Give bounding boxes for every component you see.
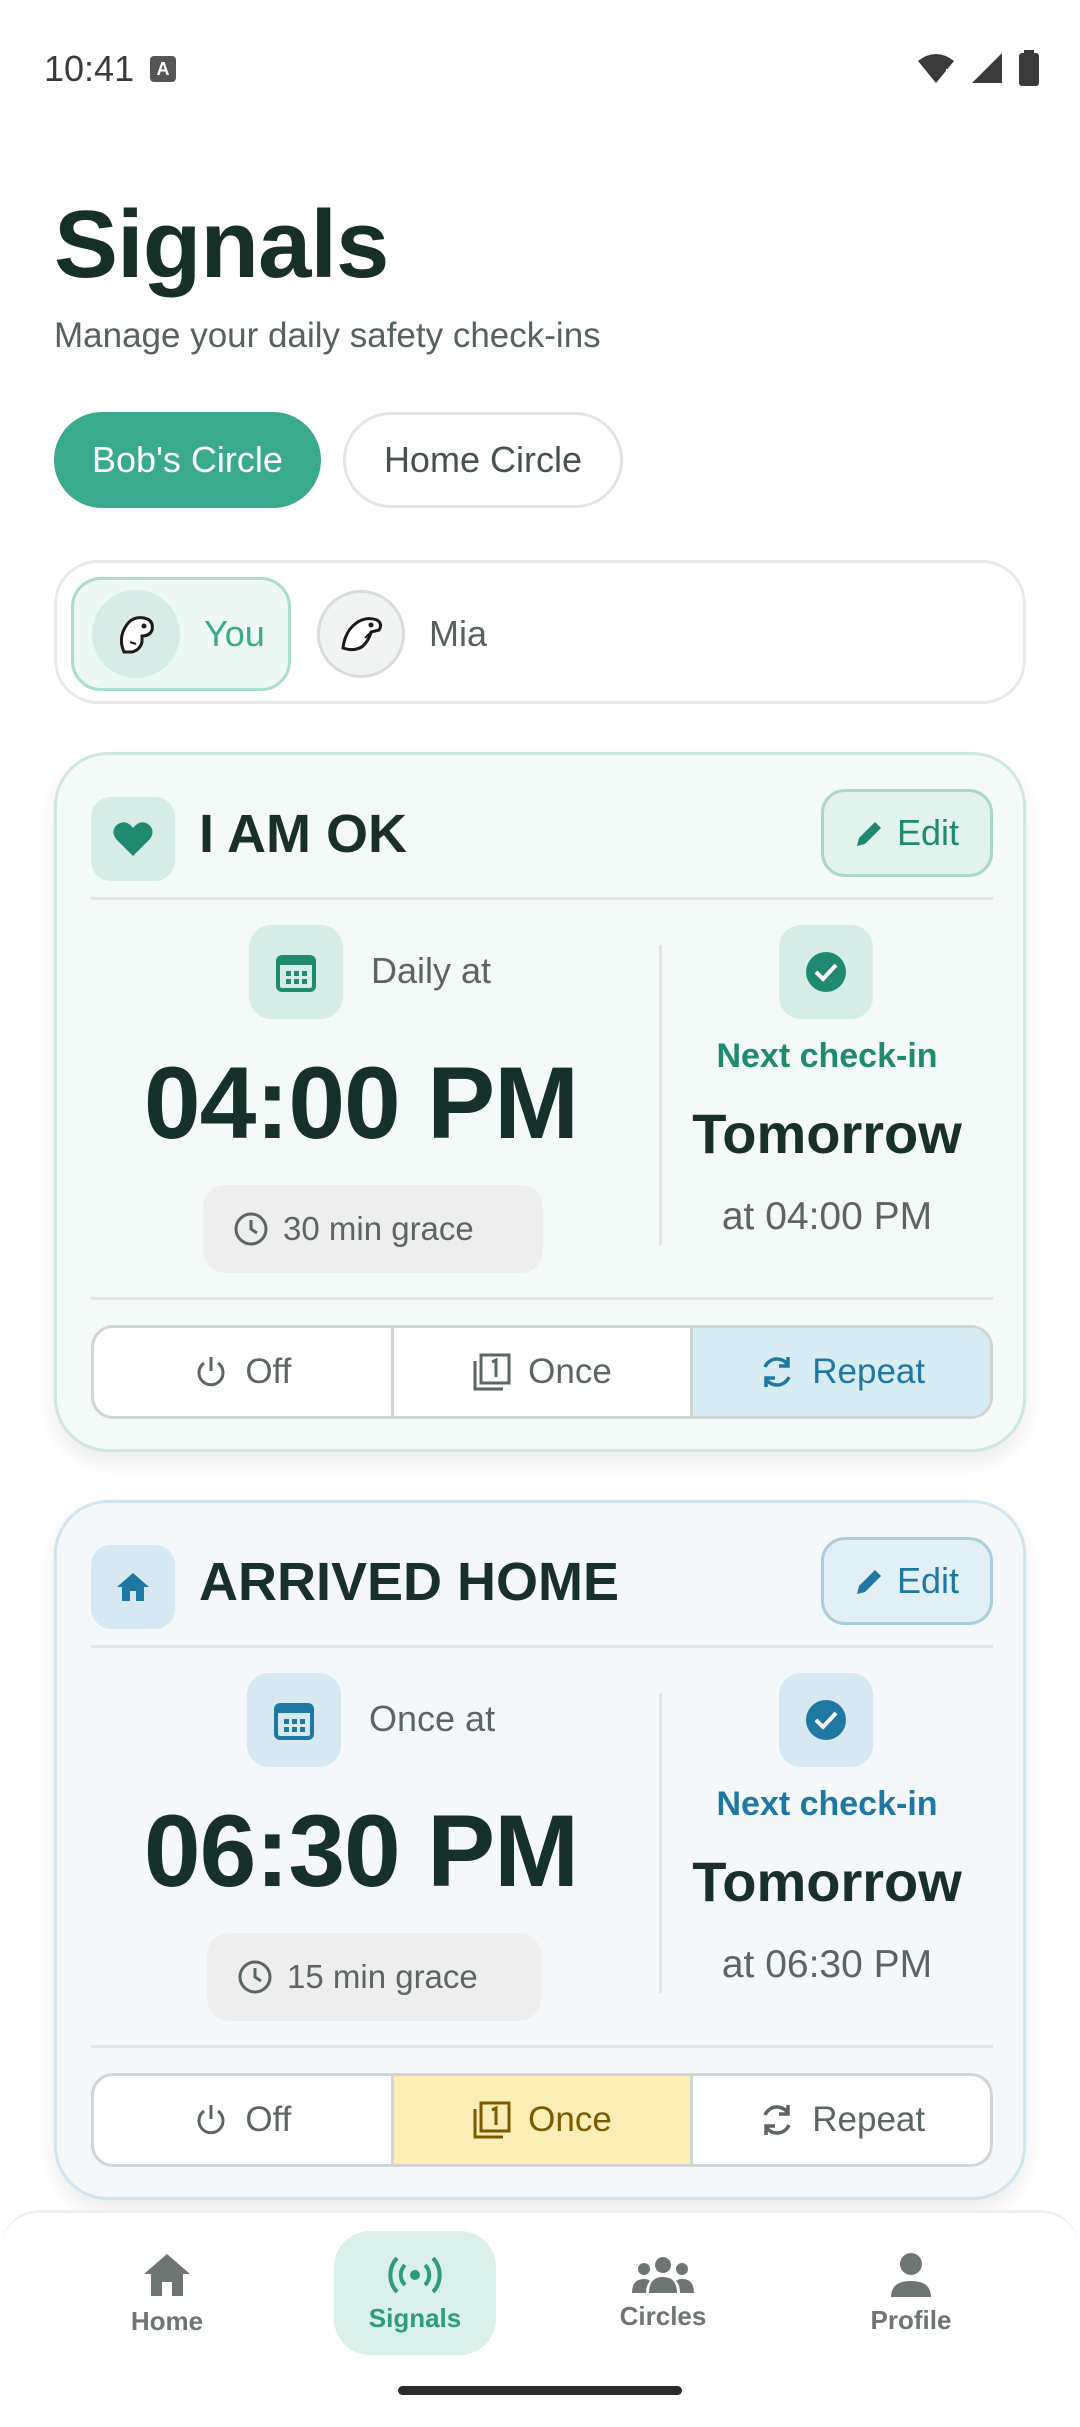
next-checkin-day: Tomorrow	[692, 1850, 962, 1913]
edit-label: Edit	[896, 812, 960, 853]
card-header: I AM OK Edit	[91, 789, 993, 885]
nav-home[interactable]: Home	[86, 2231, 248, 2355]
mode-label: Off	[245, 1352, 292, 1391]
schedule-label: Once at	[369, 1698, 496, 1739]
dino-avatar-icon	[341, 617, 383, 652]
circle-tab-bobs-circle[interactable]: Bob's Circle	[54, 412, 321, 508]
one-icon	[473, 1353, 511, 1391]
edit-label: Edit	[896, 1560, 960, 1601]
repeat-icon	[763, 2105, 791, 2135]
signal-card-i-am-ok: I AM OK Edit Daily at 04:00 PM 30 min gr…	[54, 752, 1026, 1452]
cell-signal-icon	[972, 53, 1002, 83]
schedule-label: Daily at	[371, 950, 492, 991]
signal-title: ARRIVED HOME	[199, 1552, 620, 1612]
next-checkin-time: at 04:00 PM	[721, 1195, 933, 1238]
mode-off-button[interactable]: Off	[94, 1328, 394, 1416]
nav-profile[interactable]: Profile	[830, 2231, 992, 2355]
status-icons	[916, 50, 1040, 86]
mode-selector: Off Once Repeat	[91, 2073, 993, 2167]
mode-repeat-button[interactable]: Repeat	[693, 1328, 990, 1416]
wifi-icon	[918, 54, 954, 84]
power-icon	[197, 2105, 225, 2135]
pencil-icon	[856, 822, 881, 846]
mode-once-button[interactable]: Once	[394, 1328, 694, 1416]
avatar	[92, 590, 180, 678]
pencil-icon	[856, 1570, 881, 1594]
repeat-icon	[763, 1357, 791, 1387]
nav-signals[interactable]: Signals	[334, 2231, 496, 2355]
home-indicator	[398, 2386, 682, 2395]
divider	[91, 897, 993, 900]
edit-button[interactable]: Edit	[821, 789, 993, 877]
battery-icon	[1019, 50, 1039, 86]
calendar-icon	[249, 925, 343, 1019]
home-icon	[144, 2253, 190, 2296]
page-subtitle: Manage your daily safety check-ins	[54, 316, 601, 355]
divider	[91, 1297, 993, 1300]
mode-once-button[interactable]: Once	[393, 2076, 694, 2164]
check-circle-icon	[779, 925, 873, 1019]
member-label: Mia	[429, 613, 488, 654]
mode-label: Repeat	[812, 1352, 926, 1391]
nav-label: Signals	[368, 2302, 462, 2333]
heart-icon	[91, 797, 175, 881]
signal-icon	[388, 2256, 442, 2293]
grace-period-badge: 30 min grace	[203, 1185, 543, 1273]
member-you[interactable]: You	[71, 577, 291, 691]
page-title: Signals	[54, 191, 389, 298]
avatar	[317, 590, 405, 678]
edit-button[interactable]: Edit	[821, 1537, 993, 1625]
member-selector: You Mia	[54, 560, 1026, 704]
group-icon	[632, 2256, 694, 2293]
check-circle-icon	[779, 1673, 873, 1767]
person-icon	[891, 2252, 931, 2297]
next-checkin-label: Next check-in	[716, 1785, 938, 1823]
member-mia[interactable]: Mia	[317, 577, 487, 691]
divider	[91, 2045, 993, 2048]
grace-text: 15 min grace	[287, 1958, 478, 1995]
vertical-divider	[659, 945, 662, 1245]
nav-circles[interactable]: Circles	[582, 2231, 744, 2355]
mode-repeat-button[interactable]: Repeat	[693, 2076, 990, 2164]
member-label: You	[204, 613, 265, 654]
one-icon	[473, 2101, 511, 2139]
dino-avatar-icon	[119, 616, 154, 654]
mode-label: Once	[528, 1352, 612, 1391]
mode-label: Off	[245, 2100, 292, 2139]
status-bar: 10:41 A	[0, 0, 1080, 140]
scheduled-time: 04:00 PM	[143, 1046, 579, 1160]
signal-card-arrived-home: ARRIVED HOME Edit Once at 06:30 PM 15 mi…	[54, 1500, 1026, 2200]
nav-label: Circles	[619, 2300, 707, 2331]
divider	[91, 1645, 993, 1648]
clock-icon	[234, 1212, 268, 1246]
calendar-icon	[247, 1673, 341, 1767]
power-icon	[197, 1357, 225, 1387]
nav-label: Profile	[870, 2304, 952, 2335]
mode-label: Once	[528, 2100, 612, 2139]
next-checkin-day: Tomorrow	[692, 1102, 962, 1165]
next-checkin-time: at 06:30 PM	[721, 1943, 933, 1986]
mode-label: Repeat	[812, 2100, 926, 2139]
circle-tab-home-circle[interactable]: Home Circle	[342, 412, 623, 508]
grace-text: 30 min grace	[283, 1210, 474, 1247]
card-header: ARRIVED HOME Edit	[91, 1537, 993, 1633]
next-checkin-label: Next check-in	[716, 1037, 938, 1075]
grace-period-badge: 15 min grace	[207, 1933, 541, 2021]
home-icon	[91, 1545, 175, 1629]
mode-selector: Off Once Repeat	[91, 1325, 993, 1419]
clock-icon	[238, 1960, 272, 1994]
scheduled-time: 06:30 PM	[143, 1794, 579, 1908]
keyboard-a-icon: A	[150, 56, 176, 82]
signal-title: I AM OK	[199, 804, 407, 864]
circle-tabs: Bob's Circle Home Circle	[54, 412, 623, 508]
mode-off-button[interactable]: Off	[94, 2076, 394, 2164]
vertical-divider	[659, 1693, 662, 1993]
nav-label: Home	[130, 2305, 204, 2336]
status-time: 10:41	[44, 48, 135, 89]
